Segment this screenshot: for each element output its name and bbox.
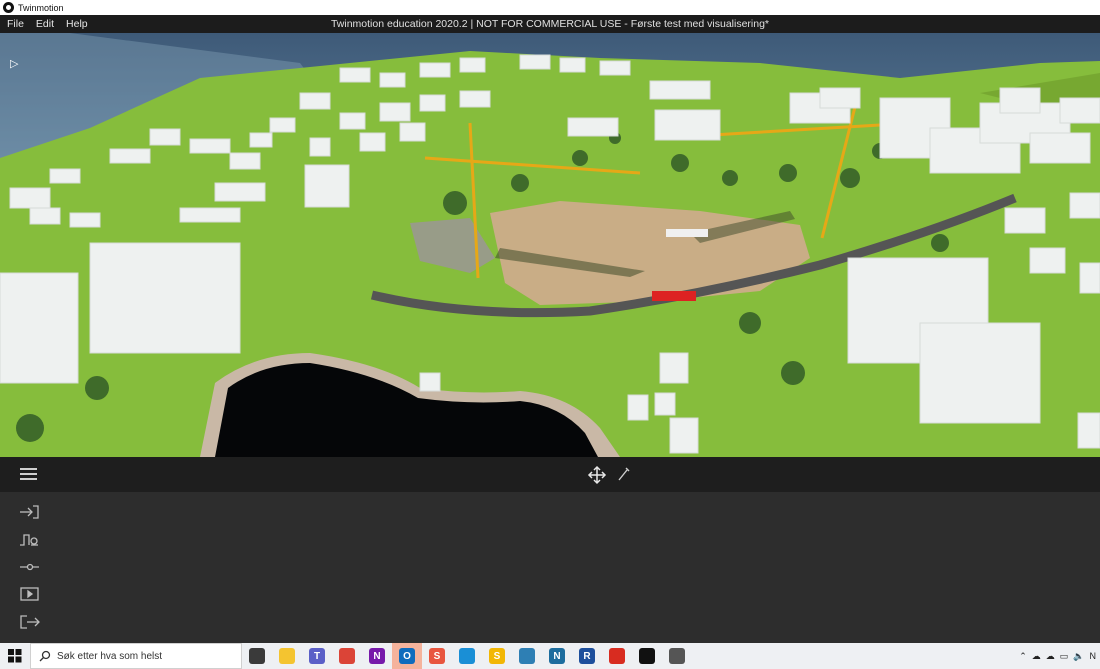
menu-bar: File Edit Help Twinmotion education 2020… <box>0 15 1100 33</box>
taskbar-outlook-icon[interactable]: O <box>392 643 422 669</box>
import-icon[interactable] <box>19 504 41 520</box>
search-icon <box>39 650 51 662</box>
menu-file[interactable]: File <box>0 18 30 30</box>
white-truck <box>666 229 708 237</box>
windows-start-icon[interactable] <box>0 643 30 669</box>
dock-panel <box>0 492 1100 643</box>
chevron-up-icon[interactable]: ⌃ <box>1019 651 1027 662</box>
sketch-app-icon: S <box>429 648 445 664</box>
settings-icon[interactable] <box>19 559 41 575</box>
taskbar-teams-icon[interactable]: T <box>302 643 332 669</box>
play-arrow-icon[interactable]: ▷ <box>10 57 24 71</box>
edge-icon <box>459 648 475 664</box>
twinmotion-logo-icon <box>3 2 14 13</box>
taskbar-onenote-icon[interactable]: N <box>362 643 392 669</box>
chrome-icon <box>339 648 355 664</box>
move-arrows-icon[interactable] <box>587 465 607 485</box>
home-app-icon <box>519 648 535 664</box>
windows-taskbar: Søk etter hva som helst TNOSSNR ⌃ ☁ ☁ ▭ … <box>0 643 1100 669</box>
3d-viewport[interactable]: ▷ <box>0 33 1100 457</box>
taskbar-twinmotion-icon[interactable] <box>632 643 662 669</box>
taskbar-s-app-icon[interactable]: S <box>482 643 512 669</box>
shield-app-icon <box>609 648 625 664</box>
network-icon[interactable]: ▭ <box>1060 651 1069 662</box>
export-icon[interactable] <box>19 614 41 630</box>
scene-render[interactable] <box>0 33 1100 457</box>
taskbar-edge-icon[interactable] <box>452 643 482 669</box>
menu-help[interactable]: Help <box>60 18 94 30</box>
taskbar-task-view-icon[interactable] <box>242 643 272 669</box>
window-titlebar: Twinmotion <box>0 0 1100 15</box>
dock-toolbar <box>0 457 1100 492</box>
app-name: Twinmotion <box>18 2 64 13</box>
taskbar-revit-icon[interactable]: R <box>572 643 602 669</box>
task-view-icon <box>249 648 265 664</box>
system-tray: ⌃ ☁ ☁ ▭ 🔈 N <box>1019 643 1100 669</box>
eyedropper-icon[interactable] <box>616 465 632 483</box>
media-icon[interactable] <box>19 586 41 602</box>
file-explorer-icon <box>279 648 295 664</box>
search-placeholder: Søk etter hva som helst <box>57 650 163 662</box>
hamburger-icon[interactable] <box>20 468 37 480</box>
taskbar-settings-icon[interactable] <box>662 643 692 669</box>
cloud-icon[interactable]: ☁ <box>1032 651 1041 662</box>
red-bus <box>652 291 696 301</box>
taskbar-chrome-icon[interactable] <box>332 643 362 669</box>
revit-icon: R <box>579 648 595 664</box>
taskbar-home-app-icon[interactable] <box>512 643 542 669</box>
taskbar-navisworks-icon[interactable]: N <box>542 643 572 669</box>
onenote-icon: N <box>369 648 385 664</box>
s-app-icon: S <box>489 648 505 664</box>
volume-icon[interactable]: 🔈 <box>1073 651 1084 662</box>
outlook-icon: O <box>399 648 415 664</box>
tray-label[interactable]: N <box>1090 651 1097 661</box>
cloud-outline-icon[interactable]: ☁ <box>1046 651 1055 662</box>
navisworks-icon: N <box>549 648 565 664</box>
teams-icon: T <box>309 648 325 664</box>
taskbar-shield-app-icon[interactable] <box>602 643 632 669</box>
context-icon[interactable] <box>19 532 41 548</box>
menu-edit[interactable]: Edit <box>30 18 60 30</box>
taskbar-file-explorer-icon[interactable] <box>272 643 302 669</box>
document-title: Twinmotion education 2020.2 | NOT FOR CO… <box>330 18 770 30</box>
twinmotion-icon <box>639 648 655 664</box>
taskbar-search-input[interactable]: Søk etter hva som helst <box>30 643 242 669</box>
taskbar-sketch-app-icon[interactable]: S <box>422 643 452 669</box>
settings-icon <box>669 648 685 664</box>
